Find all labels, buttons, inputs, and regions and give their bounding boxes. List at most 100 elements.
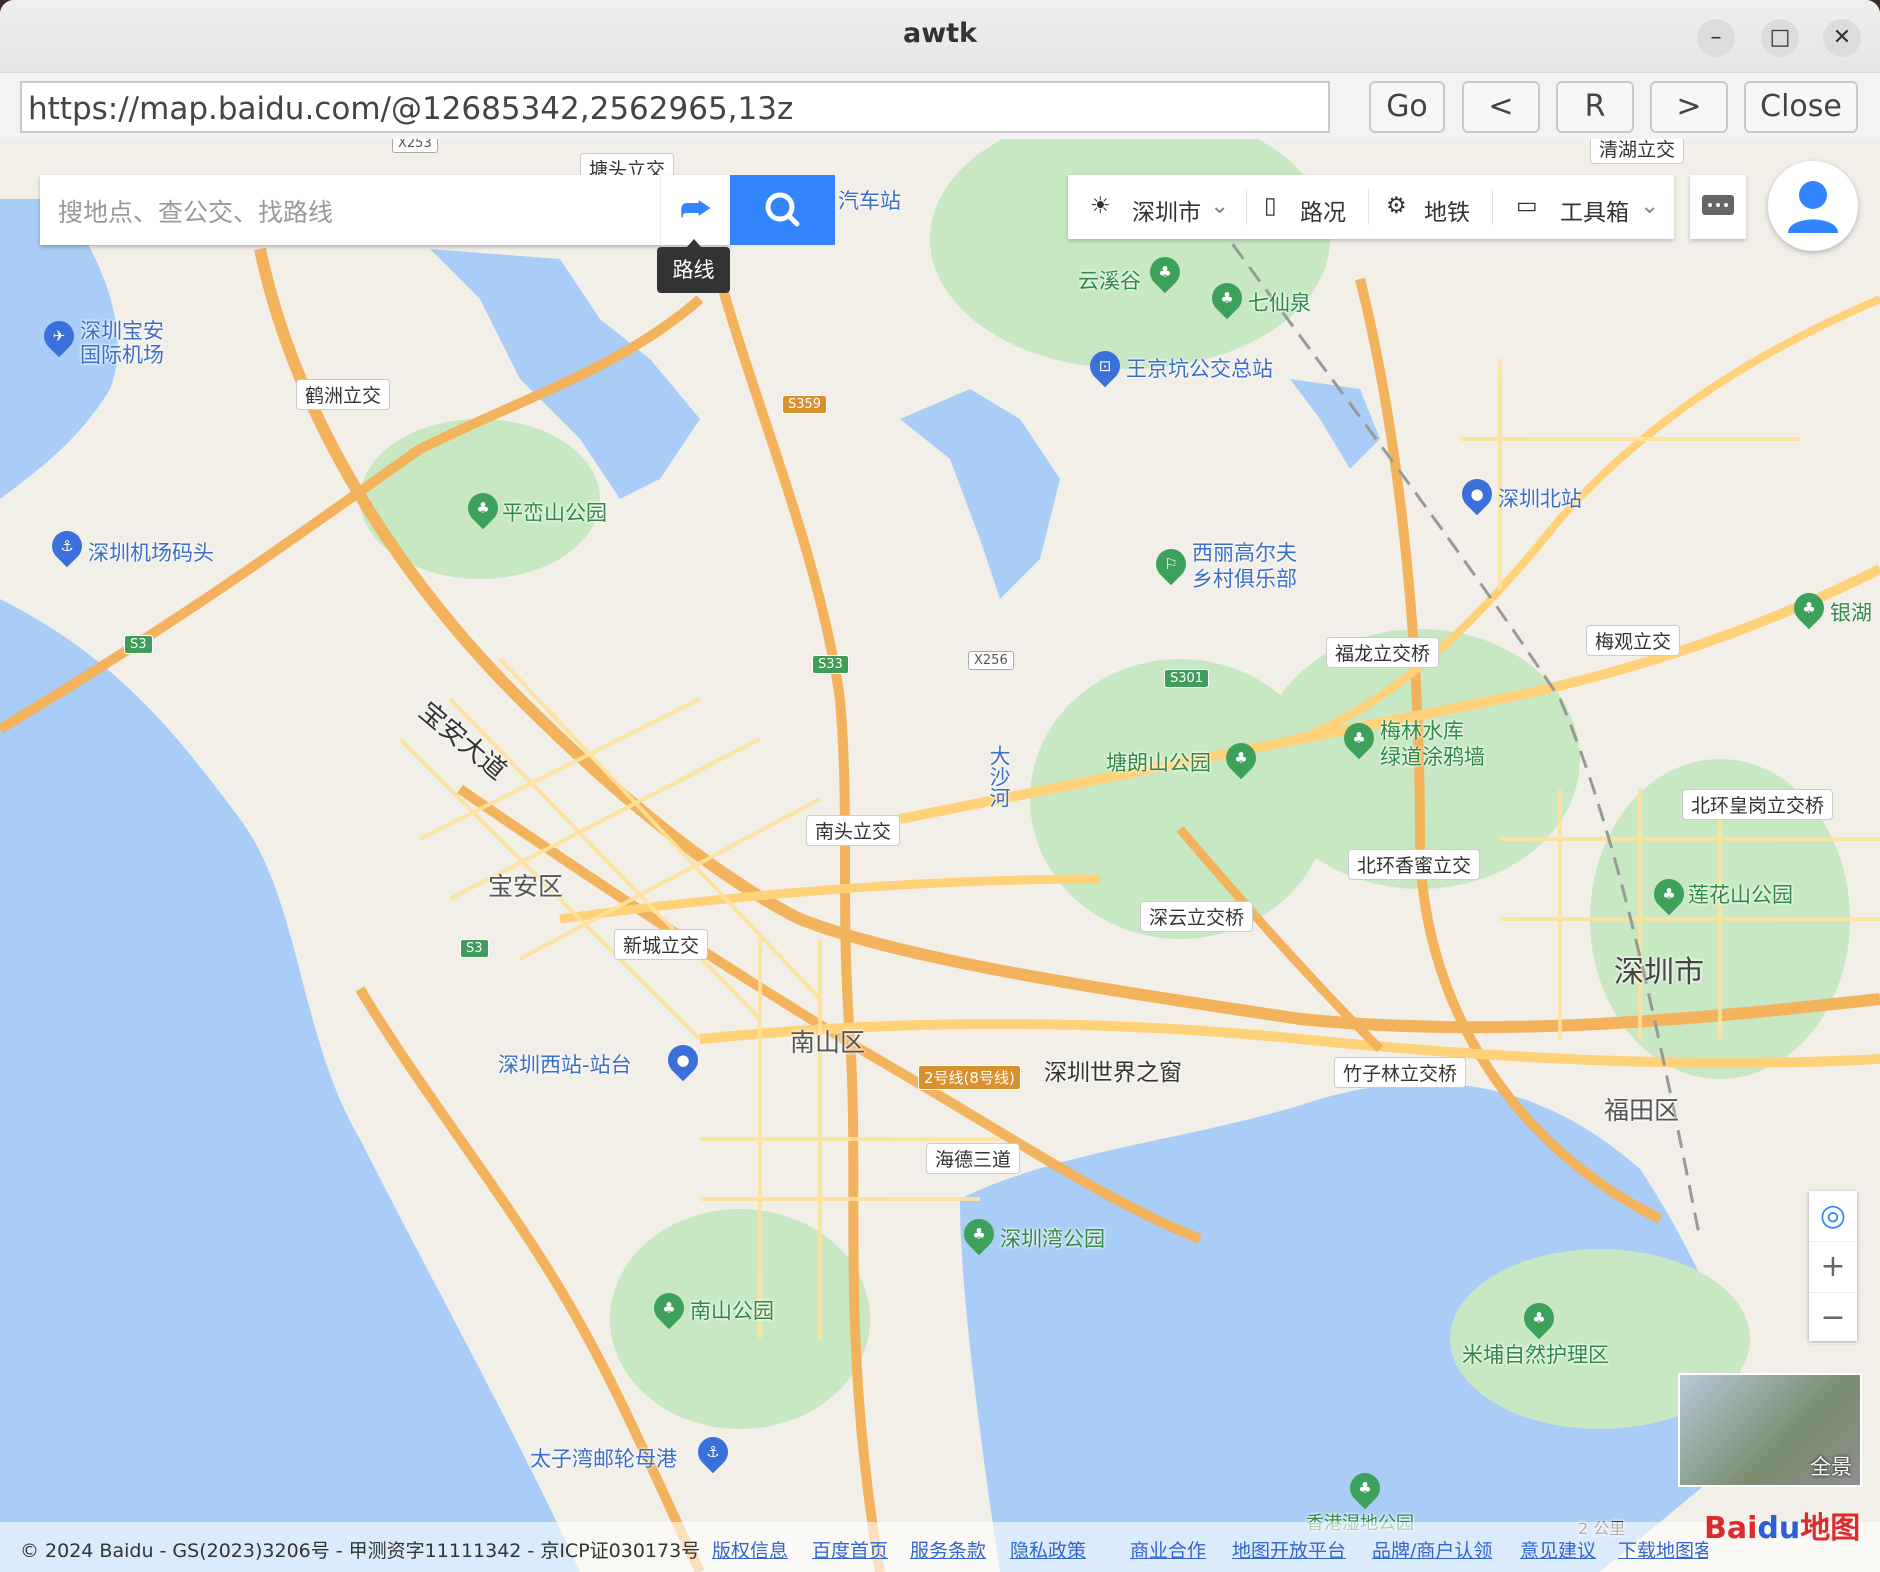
label-beihuan-xiangmi[interactable]: 北环香蜜立交 [1348, 849, 1481, 880]
label-heshou[interactable]: 鹤洲立交 [296, 379, 391, 410]
label-mipu[interactable]: 米埔自然护理区 [1462, 1339, 1609, 1369]
label-beizhan[interactable]: 深圳北站 [1498, 483, 1582, 513]
subway-icon: ⚙ [1386, 193, 1407, 219]
go-button[interactable]: Go [1369, 81, 1445, 133]
label-pingluan[interactable]: 平峦山公园 [502, 497, 607, 527]
port-icon[interactable]: ⚓ [691, 1430, 735, 1474]
back-button[interactable]: < [1462, 81, 1540, 133]
park-pin-icon[interactable]: ♣ [1517, 1296, 1561, 1340]
zoom-in-button[interactable]: + [1809, 1242, 1857, 1293]
train-station-icon[interactable]: ● [1455, 472, 1499, 516]
reload-button[interactable]: R [1556, 81, 1634, 133]
user-icon [1788, 181, 1838, 233]
city-select[interactable]: 深圳市 [1132, 193, 1201, 227]
toolbox-button[interactable]: 工具箱 [1560, 193, 1629, 227]
airport-icon[interactable]: ✈ [37, 314, 81, 358]
label-beihuan-huanggang[interactable]: 北环皇岗立交桥 [1682, 789, 1834, 820]
label-airport-2[interactable]: 国际机场 [80, 339, 164, 369]
label-meiguan[interactable]: 梅观立交 [1586, 625, 1681, 656]
park-pin-icon[interactable]: ♣ [1787, 586, 1831, 630]
label-qichezhan[interactable]: 汽车站 [838, 185, 901, 215]
station-icon[interactable]: ● [661, 1038, 705, 1082]
subway-button[interactable]: 地铁 [1424, 193, 1470, 227]
label-yunxi[interactable]: 云溪谷 [1078, 265, 1141, 295]
label-xincheng[interactable]: 新城立交 [614, 929, 709, 960]
label-tanglang[interactable]: 塘朗山公园 [1106, 747, 1211, 777]
forward-button[interactable]: > [1650, 81, 1728, 133]
map-footer: © 2024 Baidu - GS(2023)3206号 - 甲测资字11111… [0, 1522, 1880, 1572]
footer-link[interactable]: 意见建议 [1520, 1536, 1596, 1563]
label-jichang-matou[interactable]: 深圳机场码头 [88, 537, 214, 567]
close-window-button[interactable]: ✕ [1823, 19, 1861, 57]
user-avatar[interactable] [1768, 161, 1858, 251]
label-qixian[interactable]: 七仙泉 [1248, 287, 1311, 317]
minimize-button[interactable]: – [1697, 19, 1735, 57]
bus-icon[interactable]: ⊡ [1083, 344, 1127, 388]
label-lianhua[interactable]: 莲花山公园 [1688, 879, 1793, 909]
label-zhuzilin[interactable]: 竹子林立交桥 [1334, 1057, 1467, 1088]
label-yinhu[interactable]: 银湖 [1830, 597, 1872, 627]
search-button[interactable] [730, 175, 835, 245]
footer-link[interactable]: 百度首页 [812, 1536, 888, 1563]
url-input[interactable]: https://map.baidu.com/@12685342,2562965,… [20, 81, 1330, 133]
browser-toolbar: https://map.baidu.com/@12685342,2562965,… [0, 73, 1880, 139]
park-pin-icon[interactable]: ♣ [461, 486, 505, 530]
search-box[interactable]: 搜地点、查公交、找路线 [40, 175, 730, 245]
road-shield-s3-b: S3 [460, 939, 489, 958]
chevron-down-icon: ⌄ [1210, 193, 1230, 219]
panorama-thumbnail[interactable]: 全景 [1678, 1373, 1862, 1487]
label-shenzhenwan[interactable]: 深圳湾公园 [1000, 1223, 1105, 1253]
window-title: awtk [902, 18, 978, 49]
search-input[interactable]: 搜地点、查公交、找路线 [58, 193, 333, 229]
label-fulong[interactable]: 福龙立交桥 [1326, 637, 1440, 668]
road-shield-x253: X253 [392, 139, 438, 153]
map-canvas[interactable]: X253 S359 S33 X256 S301 S3 S3 塘头立交 鹤洲立交 … [0, 139, 1880, 1572]
golf-icon[interactable]: ⚐ [1149, 542, 1193, 586]
zoom-control: ◎ + − [1809, 1191, 1857, 1344]
label-baoan-district: 宝安区 [488, 872, 564, 901]
park-pin-icon[interactable]: ♣ [1219, 736, 1263, 780]
traffic-button[interactable]: 路况 [1300, 193, 1346, 227]
locate-button[interactable]: ◎ [1809, 1191, 1857, 1242]
label-qinghu[interactable]: 清湖立交 [1590, 139, 1685, 164]
park-pin-icon[interactable]: ♣ [1647, 872, 1691, 916]
logo-text: du [1757, 1511, 1801, 1546]
label-xili-2[interactable]: 乡村俱乐部 [1192, 563, 1297, 593]
footer-link[interactable]: 地图开放平台 [1232, 1536, 1346, 1563]
panorama-label: 全景 [1810, 1455, 1852, 1479]
message-button[interactable] [1690, 175, 1746, 239]
label-shenyun[interactable]: 深云立交桥 [1140, 901, 1254, 932]
footer-link[interactable]: 隐私政策 [1010, 1536, 1086, 1563]
pier-icon[interactable]: ⚓ [45, 524, 89, 568]
road-shield-s301: S301 [1164, 669, 1210, 688]
baidu-map-logo[interactable]: Baidu地图 [1704, 1503, 1860, 1547]
label-taizi[interactable]: 太子湾邮轮母港 [530, 1443, 677, 1473]
copyright-text: © 2024 Baidu - GS(2023)3206号 - 甲测资字11111… [20, 1540, 701, 1562]
maximize-button[interactable]: □ [1761, 19, 1799, 57]
park-pin-icon[interactable]: ♣ [957, 1212, 1001, 1256]
road-shield-s3-a: S3 [124, 635, 153, 654]
weather-icon: ☀ [1090, 193, 1111, 219]
close-button[interactable]: Close [1744, 81, 1858, 133]
footer-link[interactable]: 商业合作 [1130, 1536, 1206, 1563]
park-pin-icon[interactable]: ♣ [1143, 250, 1187, 294]
zoom-out-button[interactable]: − [1809, 1293, 1857, 1344]
label-shijie[interactable]: 深圳世界之窗 [1044, 1053, 1182, 1087]
park-pin-icon[interactable]: ♣ [1343, 1466, 1387, 1510]
label-meilin-2[interactable]: 绿道涂鸦墙 [1380, 741, 1485, 771]
park-pin-icon[interactable]: ♣ [1337, 716, 1381, 760]
label-futian: 福田区 [1604, 1096, 1680, 1125]
label-xizhan[interactable]: 深圳西站-站台 [498, 1049, 632, 1079]
label-haide[interactable]: 海德三道 [926, 1143, 1021, 1174]
label-nantou[interactable]: 南头立交 [806, 815, 901, 846]
footer-link[interactable]: 服务条款 [910, 1536, 986, 1563]
label-wangjingkeng[interactable]: 王京坑公交总站 [1126, 353, 1273, 383]
footer-link[interactable]: 版权信息 [712, 1536, 788, 1563]
footer-link[interactable]: 品牌/商户认领 [1372, 1536, 1492, 1563]
footer-link[interactable]: 下载地图客户端 [1618, 1536, 1708, 1563]
park-pin-icon[interactable]: ♣ [1205, 276, 1249, 320]
park-pin-icon[interactable]: ♣ [647, 1286, 691, 1330]
route-button[interactable]: ⮫ [660, 175, 731, 245]
road-shield-s359: S359 [782, 395, 828, 414]
label-nanshan-park[interactable]: 南山公园 [690, 1295, 774, 1325]
